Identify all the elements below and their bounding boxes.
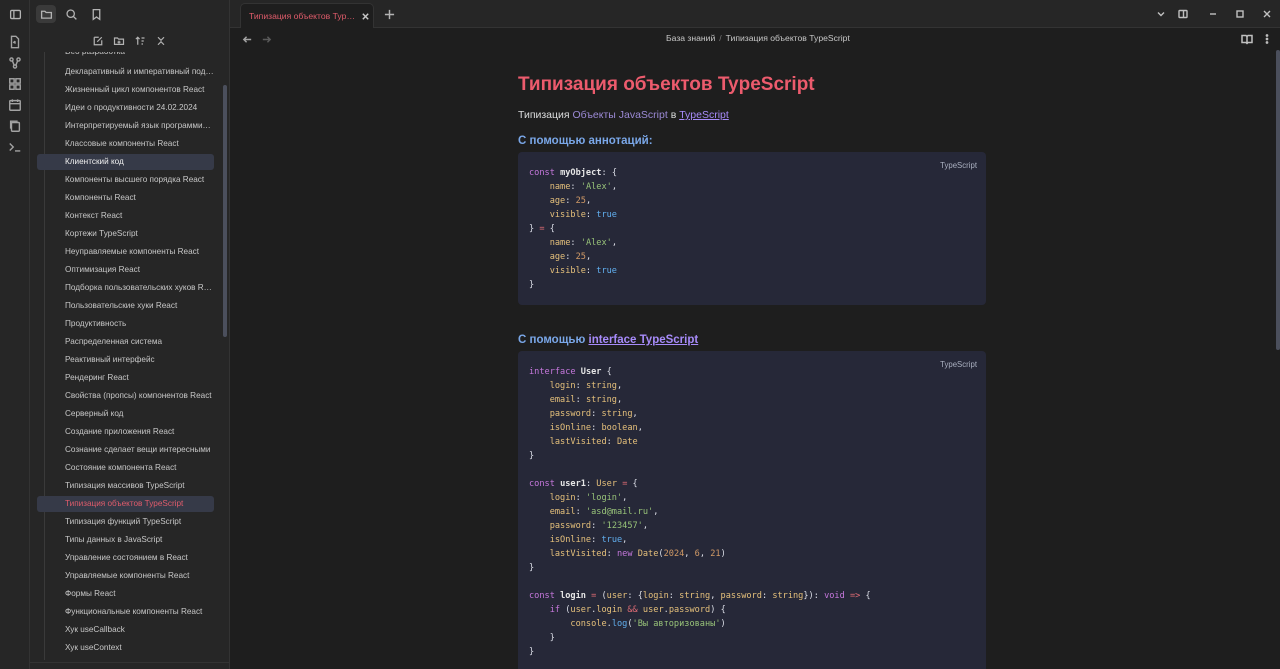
templates-icon[interactable] [7, 118, 23, 134]
file-item[interactable]: Идеи о продуктивности 24.02.2024 [37, 100, 214, 116]
file-item[interactable]: Реактивный интерфейс [37, 352, 214, 368]
close-icon[interactable] [359, 10, 371, 22]
section-heading-annotations: С помощью аннотаций: [518, 135, 653, 147]
file-item[interactable]: Классовые компоненты React [37, 136, 214, 152]
file-item[interactable]: Свойства (пропсы) компонентов React [37, 388, 214, 404]
reading-view-icon[interactable] [1240, 32, 1254, 46]
file-item[interactable]: Типизация массивов TypeScript [37, 478, 214, 494]
file-tree: Веб разработка Декларативный и императив… [30, 52, 230, 660]
intro-text: Типизация [518, 109, 570, 121]
split-view-icon[interactable] [1176, 7, 1190, 21]
daily-notes-icon[interactable] [7, 97, 23, 113]
ribbon [0, 0, 30, 669]
breadcrumb-separator: / [719, 33, 722, 43]
file-item[interactable]: Хук useContext [37, 640, 214, 656]
file-item[interactable]: Типизация функций TypeScript [37, 514, 214, 530]
tab-bar: Типизация объектов TypeScript [230, 0, 1280, 28]
intro-tag-link[interactable]: Объекты JavaScript [573, 109, 668, 121]
file-item[interactable]: Клиентский код [37, 154, 214, 170]
breadcrumb-parent[interactable]: База знаний [666, 33, 715, 43]
search-icon[interactable] [61, 5, 81, 23]
forward-arrow-icon[interactable] [259, 32, 273, 46]
file-item[interactable]: Типизация объектов TypeScript [37, 496, 214, 512]
code-block-annotations: TypeScript const myObject: { name: 'Alex… [518, 152, 986, 305]
file-item[interactable]: Хук useCallback [37, 622, 214, 638]
file-item[interactable]: Управление состоянием в React [37, 550, 214, 566]
new-note-icon[interactable] [90, 33, 106, 49]
file-item[interactable]: Рендеринг React [37, 370, 214, 386]
file-item[interactable]: Декларативный и императивный подход [37, 64, 214, 80]
file-item[interactable]: Неуправляемые компоненты React [37, 244, 214, 260]
file-item[interactable]: Создание приложения React [37, 424, 214, 440]
page-title: Типизация объектов TypeScript [518, 74, 815, 95]
open-quick-switcher-icon[interactable] [7, 34, 23, 50]
bookmark-icon[interactable] [86, 5, 106, 23]
file-item[interactable]: Формы React [37, 586, 214, 602]
file-item[interactable]: Типы данных в JavaScript [37, 532, 214, 548]
file-item[interactable]: Серверный код [37, 406, 214, 422]
code-annotations: const myObject: { name: 'Alex', age: 25,… [529, 168, 617, 290]
collapse-all-icon[interactable] [153, 33, 169, 49]
file-item[interactable]: Продуктивность [37, 316, 214, 332]
file-item[interactable]: Подборка пользовательских хуков React [37, 280, 214, 296]
interface-link[interactable]: interface TypeScript [589, 334, 699, 346]
minimize-icon[interactable] [1206, 7, 1220, 21]
file-item-partial[interactable]: Веб разработка [37, 52, 214, 60]
breadcrumb-current[interactable]: Типизация объектов TypeScript [726, 33, 850, 43]
close-window-icon[interactable] [1260, 7, 1274, 21]
maximize-icon[interactable] [1233, 7, 1247, 21]
sidebar-header [9, 0, 230, 28]
content-scrollbar[interactable] [1276, 50, 1280, 350]
tab-title: Типизация объектов TypeScript [249, 11, 357, 21]
file-item[interactable]: Сознание сделает вещи интересными [37, 442, 214, 458]
sidebar-scrollbar[interactable] [223, 85, 227, 337]
file-explorer-sidebar: Веб разработка Декларативный и императив… [9, 0, 230, 669]
canvas-icon[interactable] [7, 76, 23, 92]
tab-active-note[interactable]: Типизация объектов TypeScript [240, 3, 374, 28]
file-item[interactable]: Жизненный цикл компонентов React [37, 82, 214, 98]
file-item[interactable]: Функциональные компоненты React [37, 604, 214, 620]
intro-link[interactable]: TypeScript [679, 109, 729, 121]
view-header: База знаний / Типизация объектов TypeScrip… [230, 28, 1280, 50]
sort-icon[interactable] [132, 33, 148, 49]
breadcrumb: База знаний / Типизация объектов TypeScrip… [666, 33, 850, 43]
code-block-interface: TypeScript interface User { login: strin… [518, 351, 986, 669]
graph-view-icon[interactable] [7, 55, 23, 71]
file-item[interactable]: Состояние компонента React [37, 460, 214, 476]
file-item[interactable]: Оптимизация React [37, 262, 214, 278]
file-item[interactable]: Кортежи TypeScript [37, 226, 214, 242]
intro-text-mid: в [670, 109, 677, 121]
new-folder-icon[interactable] [111, 33, 127, 49]
file-explorer-actions [30, 30, 230, 52]
file-item[interactable]: Компоненты высшего порядка React [37, 172, 214, 188]
obsidian-window: Веб разработка Декларативный и императив… [0, 0, 1280, 669]
folder-icon[interactable] [36, 5, 56, 23]
intro-paragraph: Типизация Объекты JavaScript в TypeScrip… [518, 109, 729, 121]
file-item[interactable]: Интерпретируемый язык программирования [37, 118, 214, 134]
file-item[interactable]: Компоненты React [37, 190, 214, 206]
back-arrow-icon[interactable] [240, 32, 254, 46]
chevron-down-icon[interactable] [1154, 7, 1168, 21]
more-options-icon[interactable] [1260, 32, 1274, 46]
new-tab-icon[interactable] [382, 7, 396, 21]
note-content: Типизация объектов TypeScript Типизация … [230, 50, 1274, 669]
file-item[interactable]: Управляемые компоненты React [37, 568, 214, 584]
section-heading-text: С помощью [518, 334, 586, 346]
code-interface: interface User { login: string, email: s… [529, 367, 871, 657]
file-item[interactable]: Контекст React [37, 208, 214, 224]
code-language-label: TypeScript [940, 360, 977, 369]
section-heading-interface: С помощью interface TypeScript [518, 334, 698, 346]
code-language-label: TypeScript [940, 161, 977, 170]
command-palette-icon[interactable] [7, 139, 23, 155]
file-item[interactable]: Пользовательские хуки React [37, 298, 214, 314]
sidebar-divider [30, 662, 230, 663]
sidebar-toggle-icon[interactable] [5, 5, 25, 23]
file-item[interactable]: Распределенная система [37, 334, 214, 350]
